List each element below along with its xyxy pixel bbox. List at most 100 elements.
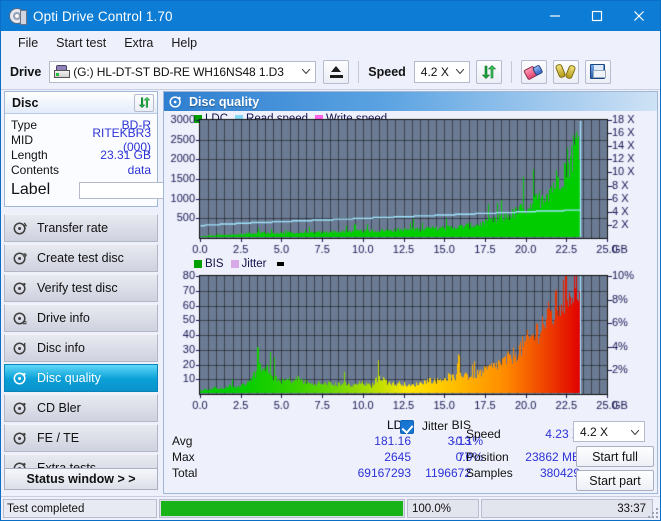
stats-speed-value: 4.23 X [545,427,580,441]
drive-select-value: (G:) HL-DT-ST BD-RE WH16NS48 1.D3 [73,64,284,79]
sidebar-label: Disc quality [37,371,101,385]
status-window-button[interactable]: Status window > > [4,468,158,490]
stats-ldc-total: 69167293 [357,466,411,480]
speed-select[interactable]: 4.2 X [413,60,470,83]
refresh-button[interactable] [475,59,502,84]
chevron-down-icon [302,68,311,74]
stats-panel: LDC LDC BIS Avg Max Total 181.16 2645 69… [164,415,657,493]
sidebar-label: CD Bler [37,401,81,415]
menu-extra[interactable]: Extra [116,34,161,52]
stats-position-label: Position [466,450,509,464]
sidebar-label: FE / TE [37,431,80,445]
start-part-button[interactable]: Start part [576,470,654,491]
disc-verify-icon [13,282,26,294]
progress-percent: 100.0% [407,499,479,518]
disc-label-label: Label [11,181,51,198]
disc-row-label: Label [11,179,249,201]
disc-length-label: Length [11,147,48,162]
menu-start-test[interactable]: Start test [48,34,114,52]
elapsed-time: 33:37 [481,499,653,518]
tools-button[interactable] [552,59,579,84]
chevron-down-icon [455,68,464,74]
jitter-checkbox[interactable] [400,420,414,434]
disc-length-value: 23.31 GB [100,147,151,162]
toolbar-divider-2 [510,60,512,83]
disc-refresh-button[interactable] [134,93,154,112]
sidebar-item-transfer-rate[interactable]: Transfer rate [4,214,158,242]
sidebar-label: Verify test disc [37,281,118,295]
sidebar-item-fe-te[interactable]: FE / TE [4,424,158,452]
progress-bar [159,499,405,518]
disc-contents-label: Contents [11,162,60,177]
chevron-down-icon [631,430,639,435]
sidebar-item-drive-info[interactable]: Drive info [4,304,158,332]
speed-select-value: 4.2 X [420,64,449,79]
app-disc-icon [9,8,27,25]
sidebar-nav: Transfer rate Create test disc Verify te… [4,214,158,482]
start-full-button[interactable]: Start full [576,446,654,467]
stats-bis-total: 1196672 [425,466,471,480]
maximize-button[interactable] [576,1,618,31]
sidebar-item-create-test-disc[interactable]: Create test disc [4,244,158,272]
minimize-button[interactable] [534,1,576,31]
disc-quality-icon [169,95,181,108]
erase-disc-button[interactable] [520,59,547,84]
legend-bis: BIS [194,258,224,270]
disc-bler-icon [13,402,26,414]
close-button[interactable] [618,1,660,31]
sidebar-item-disc-info[interactable]: Disc info [4,334,158,362]
tools-icon [554,63,577,80]
window-controls [534,1,660,31]
sidebar: Disc Type BD-R MID RITEKBR3 (000) Length… [1,91,249,494]
test-speed-select[interactable]: 4.2 X [573,421,645,442]
jitter-label: Jitter [422,419,449,433]
legend-jitter: Jitter [230,258,267,270]
eject-icon [329,65,343,78]
disc-create-icon [13,252,27,264]
disc-type-label: Type [11,117,38,132]
sidebar-item-cd-bler[interactable]: CD Bler [4,394,158,422]
window-title: Opti Drive Control 1.70 [33,8,173,24]
sidebar-label: Disc info [37,341,85,355]
menu-file[interactable]: File [10,34,46,52]
resize-grip[interactable] [647,507,658,518]
drive-select[interactable]: (G:) HL-DT-ST BD-RE WH16NS48 1.D3 [49,60,317,83]
bis-chart-canvas [164,270,660,418]
save-icon [590,64,607,79]
stats-samples-label: Samples [466,466,513,480]
sidebar-item-verify-test-disc[interactable]: Verify test disc [4,274,158,302]
disc-panel: Disc Type BD-R MID RITEKBR3 (000) Length… [4,91,249,207]
legend-swatch-jitter [230,260,239,268]
stats-row-total-label: Total [172,466,198,480]
drive-label: Drive [10,64,42,79]
disc-info-icon [13,342,26,354]
content-title: Disc quality [189,94,260,109]
stats-row-max-label: Max [172,450,195,464]
menu-bar: File Start test Extra Help [1,31,660,54]
legend-swatch-bis [194,260,202,268]
refresh-icon [481,64,497,79]
status-bar: Test completed 100.0% 33:37 [1,496,660,520]
sidebar-label: Drive info [37,311,90,325]
save-button[interactable] [584,59,611,84]
refresh-icon [138,96,150,109]
status-message: Test completed [3,499,157,518]
title-bar: Opti Drive Control 1.70 [1,1,660,31]
disc-panel-title: Disc [12,95,39,110]
test-speed-value: 4.2 X [580,424,609,439]
content-panel: Disc quality LDC Read speed Write speed [163,91,660,494]
eject-button[interactable] [323,59,350,84]
ldc-chart [164,114,660,262]
legend-label-jitter: Jitter [241,258,267,270]
menu-help[interactable]: Help [163,34,205,52]
sidebar-item-disc-quality[interactable]: Disc quality [4,364,158,392]
optical-drive-icon [54,65,71,78]
app-window: Opti Drive Control 1.70 File Start test … [0,0,661,521]
disc-transfer-icon [13,222,28,234]
speed-label: Speed [368,64,406,79]
disc-row-length: Length 23.31 GB [11,147,151,162]
content-header: Disc quality [164,92,657,111]
stats-ldc-max: 2645 [384,450,411,464]
legend-marker-black [277,262,285,266]
ldc-chart-canvas [164,114,660,262]
